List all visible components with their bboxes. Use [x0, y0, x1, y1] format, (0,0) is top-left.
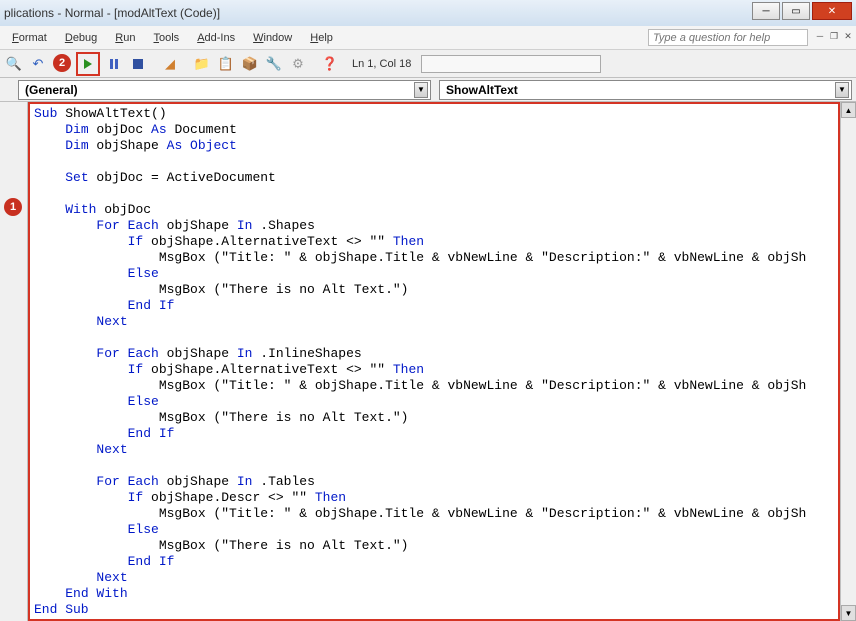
- maximize-button[interactable]: ▭: [782, 2, 810, 20]
- menu-help[interactable]: Help: [302, 29, 341, 47]
- run-button-highlight: [76, 52, 100, 76]
- menu-debug[interactable]: Debug: [57, 29, 105, 47]
- menu-run[interactable]: Run: [107, 29, 143, 47]
- callout-2: 2: [53, 54, 71, 72]
- scroll-track[interactable]: [841, 118, 856, 605]
- vertical-scrollbar[interactable]: ▲ ▼: [840, 102, 856, 621]
- toolbar-combo[interactable]: [421, 55, 601, 73]
- help-search-input[interactable]: [648, 29, 808, 46]
- menu-addins[interactable]: Add-Ins: [189, 29, 243, 47]
- menu-format[interactable]: Format: [4, 29, 55, 47]
- scroll-down-icon[interactable]: ▼: [841, 605, 856, 621]
- close-button[interactable]: ✕: [812, 2, 852, 20]
- play-icon: [84, 59, 92, 69]
- object-browser-icon[interactable]: 📦: [240, 54, 260, 74]
- object-dropdown[interactable]: (General) ▼: [18, 80, 431, 100]
- callout-1: 1: [4, 198, 22, 216]
- stop-button[interactable]: [128, 54, 148, 74]
- mdi-restore[interactable]: ❐: [828, 30, 840, 42]
- mdi-controls: ─ ❐ ✕: [814, 30, 854, 42]
- design-mode-icon[interactable]: ◢: [160, 54, 180, 74]
- find-icon[interactable]: 🔍: [4, 54, 24, 74]
- tools-icon[interactable]: ⚙: [288, 54, 308, 74]
- pause-icon: [110, 59, 118, 69]
- window-title: plications - Normal - [modAltText (Code)…: [4, 6, 220, 20]
- properties-icon[interactable]: 📋: [216, 54, 236, 74]
- editor-area: 1 Sub ShowAltText() Dim objDoc As Docume…: [0, 102, 856, 621]
- procedure-dropdown[interactable]: ShowAltText ▼: [439, 80, 852, 100]
- toolbar: 🔍 ↶ ↷ 2 ◢ 📁 📋 📦 🔧 ⚙ ❓ Ln 1, Col 18: [0, 50, 856, 78]
- dropdown-arrow-icon: ▼: [414, 82, 428, 98]
- menu-window[interactable]: Window: [245, 29, 300, 47]
- procedure-dropdown-value: ShowAltText: [446, 83, 518, 97]
- menu-bar: Format Debug Run Tools Add-Ins Window He…: [0, 26, 856, 50]
- code-editor[interactable]: Sub ShowAltText() Dim objDoc As Document…: [28, 102, 840, 621]
- dropdown-arrow-icon: ▼: [835, 82, 849, 98]
- margin-gutter: 1: [0, 102, 28, 621]
- stop-icon: [133, 59, 143, 69]
- menu-tools[interactable]: Tools: [146, 29, 188, 47]
- mdi-close[interactable]: ✕: [842, 30, 854, 42]
- object-dropdown-value: (General): [25, 83, 78, 97]
- undo-icon[interactable]: ↶: [28, 54, 48, 74]
- project-explorer-icon[interactable]: 📁: [192, 54, 212, 74]
- toolbox-icon[interactable]: 🔧: [264, 54, 284, 74]
- run-button[interactable]: [78, 54, 98, 74]
- window-controls: ─ ▭ ✕: [752, 2, 852, 20]
- minimize-button[interactable]: ─: [752, 2, 780, 20]
- cursor-position: Ln 1, Col 18: [352, 58, 411, 70]
- title-bar: plications - Normal - [modAltText (Code)…: [0, 0, 856, 26]
- scroll-up-icon[interactable]: ▲: [841, 102, 856, 118]
- pause-button[interactable]: [104, 54, 124, 74]
- help-icon[interactable]: ❓: [320, 54, 340, 74]
- mdi-minimize[interactable]: ─: [814, 30, 826, 42]
- object-proc-bar: (General) ▼ ShowAltText ▼: [0, 78, 856, 102]
